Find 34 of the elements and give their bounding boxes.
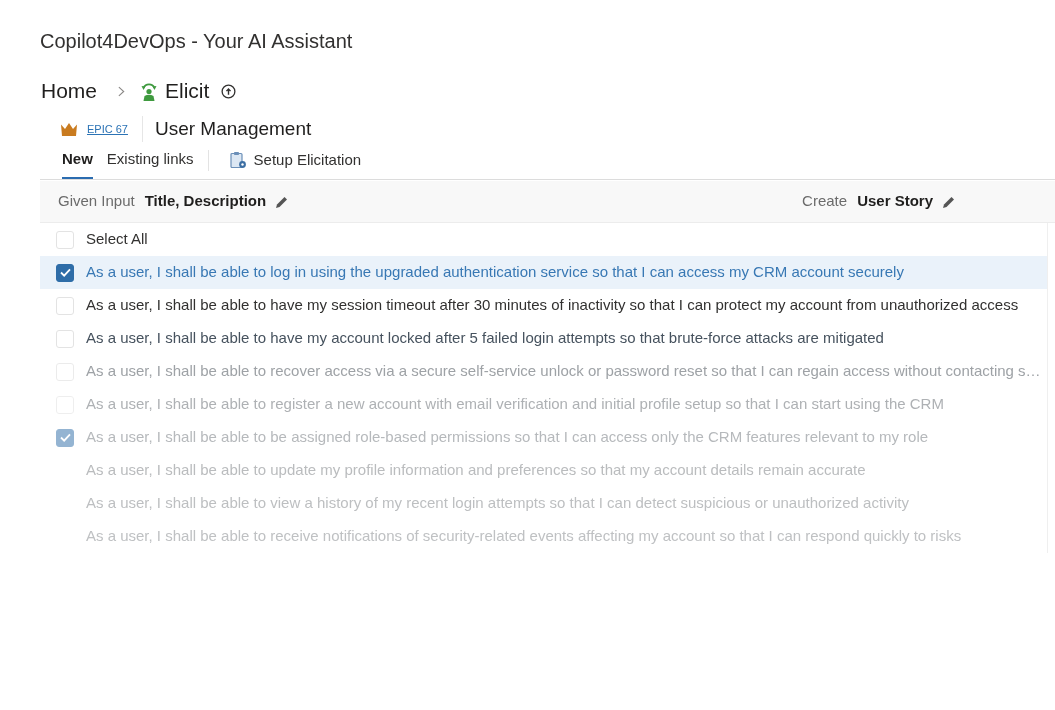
select-all-label: Select All [86,229,148,250]
requirement-text: As a user, I shall be able to log in using the upgraded authentication service so that I can access my CRM account securely [86,262,904,283]
setup-elicitation-button[interactable]: Setup Elicitation [229,145,362,179]
work-item-title: User Management [154,116,312,141]
pencil-icon[interactable] [943,195,955,208]
requirement-text: As a user, I shall be able to have my session timeout after 30 minutes of inactivity so that I can protect my account from unauthorized access [86,295,1019,316]
app-title: Copilot4DevOps - Your AI Assistant [40,30,353,52]
checkbox[interactable] [56,428,74,447]
requirement-text: As a user, I shall be able to be assigned role-based permissions so that I can access only the CRM features relevant to my role [86,427,929,448]
requirement-text: As a user, I shall be able to register a new account with email verification and initial profile setup so that I can start using the CRM [86,394,944,415]
given-input-value: Title, Description [144,191,267,212]
tab[interactable]: Existing links [106,145,194,179]
requirement-text: As a user, I shall be able to update my profile information and preferences so that my account details remain accurate [86,460,866,481]
requirement-text: As a user, I shall be able to view a history of my recent login attempts so that I can detect suspicious or unauthorized activity [86,493,909,514]
checkbox[interactable] [56,263,74,282]
clipboard-gear-icon [229,151,247,169]
breadcrumb-link[interactable]: Home [41,78,98,104]
requirement-row[interactable]: As a user, I shall be able to log in using the upgraded authentication service so that I can access my CRM account securely [40,256,1047,289]
requirement-text: As a user, I shall be able to receive notifications of security-related events affecting my account so that I can respond quickly to risks [86,526,962,547]
crown-icon [61,122,77,136]
person-arrows-icon [141,81,158,101]
requirement-text: As a user, I shall be able to have my account locked after 5 failed login attempts so that brute-force attacks are mitigated [86,328,884,349]
select-all-checkbox[interactable] [56,230,74,249]
page-title: Elicit [165,78,210,104]
work-item-link[interactable]: EPIC 67 [87,120,128,138]
given-input-label: Given Input [58,191,135,212]
requirement-text: As a user, I shall be able to recover access via a secure self-service unlock or password reset so that I can regain access without contacting s… [86,361,1041,382]
pencil-icon[interactable] [276,195,289,208]
check-icon [59,433,71,442]
create-value: User Story [857,191,933,212]
tab[interactable]: New [62,145,93,179]
create-label: Create [802,191,848,212]
chevron-right-icon [118,85,126,97]
check-icon [59,268,71,277]
